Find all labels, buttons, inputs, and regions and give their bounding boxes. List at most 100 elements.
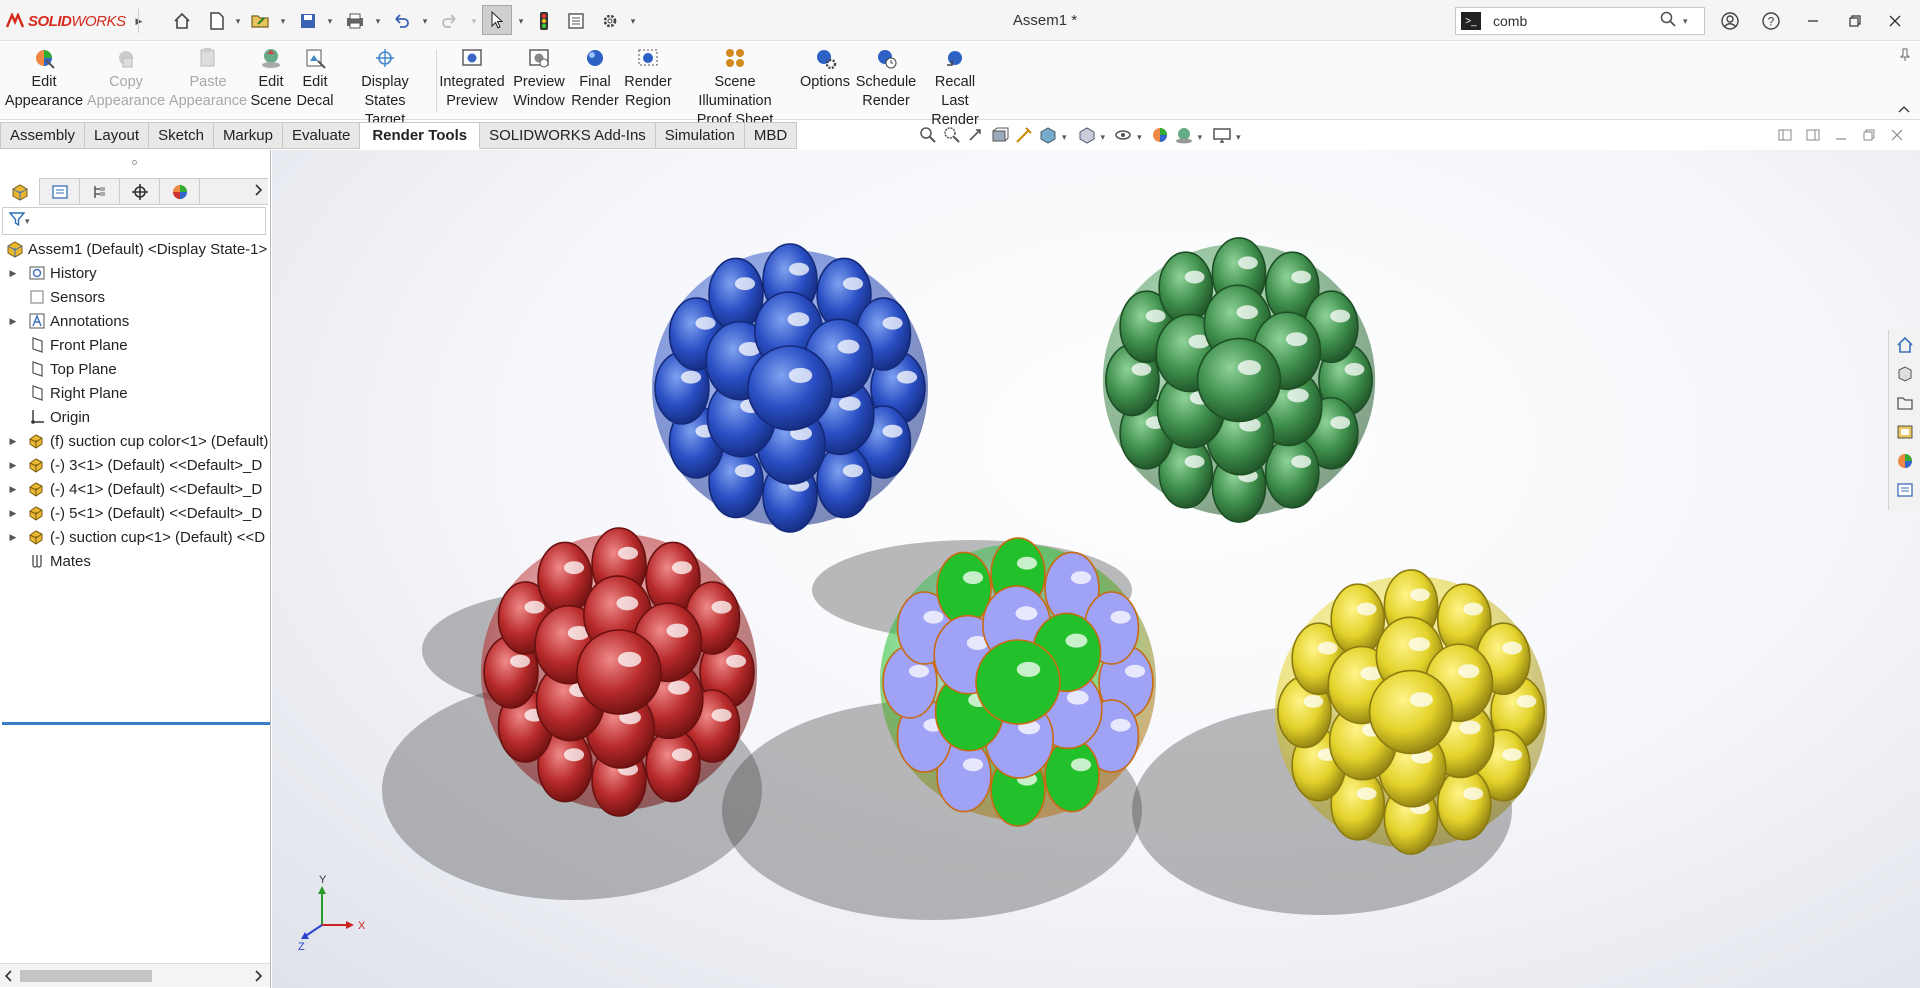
view-orientation-icon[interactable] [1038, 125, 1058, 149]
paste-appearance-button[interactable]: Paste Appearance [169, 46, 247, 116]
feature-manager-tree-icon[interactable] [0, 178, 40, 205]
rebuild-traffic-light-icon[interactable] [533, 9, 555, 33]
new-document-icon[interactable] [205, 9, 229, 33]
green-ball[interactable] [1102, 237, 1376, 523]
tab-layout[interactable]: Layout [85, 122, 150, 149]
doc-restore-icon[interactable] [1862, 128, 1876, 146]
tab-sketch[interactable]: Sketch [149, 122, 214, 149]
print-chevron-down-icon[interactable]: ▾ [373, 9, 383, 33]
doc-minimize-icon[interactable] [1834, 128, 1848, 146]
options-chevron-down-icon[interactable]: ▾ [628, 9, 638, 33]
hide-show-items-icon[interactable] [1113, 125, 1133, 149]
tree-item[interactable]: Front Plane [0, 333, 271, 357]
tile-left-icon[interactable] [1778, 128, 1792, 146]
dynamic-annotation-icon[interactable] [1014, 125, 1034, 149]
final-render-button[interactable]: Final Render [571, 46, 619, 116]
tree-item[interactable]: ▶ (-) 5<1> (Default) <<Default>_D [0, 501, 271, 525]
edit-appearance-button[interactable]: Edit Appearance [5, 46, 83, 116]
minimize-icon[interactable] [1801, 9, 1825, 33]
options-gear-icon[interactable] [598, 9, 622, 33]
save-chevron-down-icon[interactable]: ▾ [325, 9, 335, 33]
edit-appearance-view-icon[interactable] [1150, 125, 1170, 149]
ribbon-pin-icon[interactable] [1899, 48, 1911, 66]
hide-show-chevron-down-icon[interactable]: ▾ [1137, 132, 1142, 143]
horizontal-scrollbar[interactable] [0, 963, 270, 987]
property-manager-icon[interactable] [40, 178, 80, 205]
copy-appearance-button[interactable]: Copy Appearance [87, 46, 165, 116]
display-states-target-button[interactable]: Display States Target [340, 46, 430, 128]
apply-scene-chevron-down-icon[interactable]: ▾ [1198, 132, 1203, 143]
restore-icon[interactable] [1843, 9, 1867, 33]
close-icon[interactable] [1883, 9, 1907, 33]
tile-right-icon[interactable] [1806, 128, 1820, 146]
render-options-button[interactable]: Options [798, 46, 852, 116]
search-input[interactable] [1493, 13, 1643, 29]
file-explorer-icon[interactable] [1889, 388, 1920, 417]
scene-illumination-proof-sheet-button[interactable]: Scene Illumination Proof Sheet [678, 46, 792, 128]
panel-splitter-handle[interactable] [132, 160, 137, 165]
redo-chevron-down-icon[interactable]: ▾ [469, 9, 479, 33]
expand-chevron-icon[interactable]: ▶ [6, 532, 20, 543]
edit-scene-button[interactable]: Edit Scene [250, 46, 292, 116]
tree-item[interactable]: ▶ History [0, 261, 271, 285]
scroll-left-chevron-icon[interactable] [4, 969, 13, 986]
tree-item[interactable]: ▶ Annotations [0, 309, 271, 333]
redo-icon[interactable] [437, 9, 461, 33]
help-icon[interactable]: ? [1759, 9, 1783, 33]
solidworks-resources-home-icon[interactable] [1889, 330, 1920, 359]
undo-chevron-down-icon[interactable]: ▾ [420, 9, 430, 33]
expand-chevron-icon[interactable]: ▶ [6, 460, 20, 471]
recall-last-render-button[interactable]: Recall Last Render [920, 46, 990, 128]
new-chevron-down-icon[interactable]: ▾ [233, 9, 243, 33]
tab-markup[interactable]: Markup [213, 122, 283, 149]
tree-item[interactable]: Right Plane [0, 381, 271, 405]
tree-item[interactable]: Sensors [0, 285, 271, 309]
dimxpert-manager-icon[interactable] [120, 178, 160, 205]
tab-simulation[interactable]: Simulation [655, 122, 745, 149]
view-orientation-chevron-down-icon[interactable]: ▾ [1062, 132, 1067, 143]
appearances-scenes-decals-icon[interactable] [1889, 446, 1920, 475]
apply-scene-icon[interactable] [1174, 125, 1194, 149]
display-style-icon[interactable] [1077, 125, 1097, 149]
open-folder-icon[interactable] [249, 9, 273, 33]
view-settings-monitor-icon[interactable] [1212, 125, 1232, 149]
tree-root-assembly[interactable]: Assem1 (Default) <Display State-1> [0, 237, 271, 261]
panel-tabs-chevron-right-icon[interactable] [254, 183, 263, 200]
expand-chevron-icon[interactable]: ▶ [6, 508, 20, 519]
search-chevron-down-icon[interactable]: ▾ [1683, 16, 1688, 27]
edit-decal-button[interactable]: Edit Decal [295, 46, 335, 116]
tree-item[interactable]: Top Plane [0, 357, 271, 381]
expand-chevron-icon[interactable]: ▶ [6, 484, 20, 495]
filter-funnel-icon[interactable] [8, 211, 26, 231]
zoom-to-area-icon[interactable] [942, 125, 962, 149]
tree-item[interactable]: ▶ (-) 3<1> (Default) <<Default>_D [0, 453, 271, 477]
tab-evaluate[interactable]: Evaluate [282, 122, 361, 149]
search-box[interactable]: >_ ▾ [1455, 7, 1705, 35]
blue-ball[interactable] [652, 243, 928, 533]
filter-chevron-down-icon[interactable]: ▾ [25, 216, 30, 227]
solidworks-logo[interactable]: SOLIDWORKS ▶ [6, 10, 142, 32]
tree-item[interactable]: ▶ (-) suction cup<1> (Default) <<D [0, 525, 271, 549]
save-icon[interactable] [296, 9, 320, 33]
home-icon[interactable] [170, 9, 194, 33]
schedule-render-button[interactable]: Schedule Render [856, 46, 916, 116]
tree-item[interactable]: ▶ (f) suction cup color<1> (Default) [0, 429, 271, 453]
open-chevron-down-icon[interactable]: ▾ [278, 9, 288, 33]
preview-window-button[interactable]: Preview Window [510, 46, 568, 116]
zoom-to-fit-icon[interactable] [918, 125, 938, 149]
scroll-right-chevron-icon[interactable] [254, 969, 263, 986]
user-account-icon[interactable] [1718, 9, 1742, 33]
tab-mbd[interactable]: MBD [744, 122, 798, 149]
tree-item[interactable]: ▶ (-) 4<1> (Default) <<Default>_D [0, 477, 271, 501]
expand-chevron-icon[interactable]: ▶ [6, 436, 20, 447]
section-view-icon[interactable] [990, 125, 1010, 149]
tree-item[interactable]: Mates [0, 549, 271, 573]
select-chevron-down-icon[interactable]: ▾ [516, 9, 526, 33]
configuration-manager-icon[interactable] [80, 178, 120, 205]
expand-chevron-icon[interactable]: ▶ [6, 316, 20, 327]
display-style-chevron-down-icon[interactable]: ▾ [1101, 132, 1106, 143]
doc-close-icon[interactable] [1890, 128, 1904, 146]
ribbon-collapse-chevron-up-icon[interactable] [1898, 100, 1910, 117]
scrollbar-thumb[interactable] [20, 970, 152, 982]
render-region-button[interactable]: Render Region [624, 46, 672, 116]
